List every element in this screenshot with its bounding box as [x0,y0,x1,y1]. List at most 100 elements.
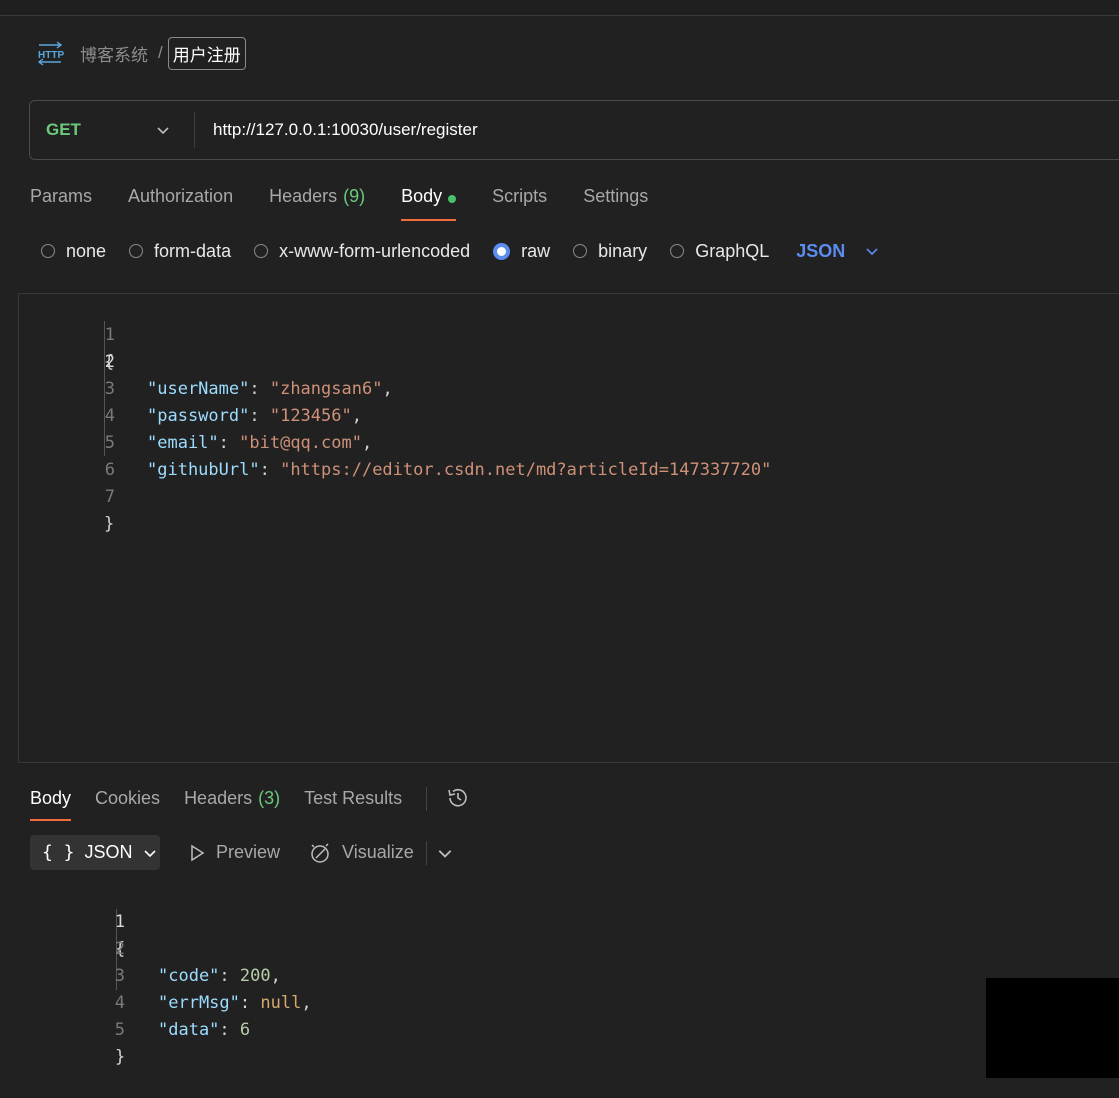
line-number: 3 [104,379,115,399]
tab-settings[interactable]: Settings [583,183,648,221]
url-divider [194,112,195,148]
language-label: JSON [796,240,846,261]
json-key: "githubUrl" [147,460,260,480]
response-tab-headers[interactable]: Headers (3) [184,785,280,821]
modified-dot-icon [448,195,457,203]
radio-urlencoded[interactable]: x-www-form-urlencoded [254,241,470,262]
breadcrumb-separator: / [158,43,163,62]
toolbar-divider [425,840,427,865]
line-number: 5 [114,1020,125,1040]
line-number: 6 [104,460,115,480]
code-line: 4 "email": "bit@qq.com", [19,376,373,453]
tab-label: Headers [269,186,338,206]
tab-label: Params [30,186,93,206]
code-line: 2 "code": 200, [30,909,281,986]
code-text: "errMsg": null, [158,993,312,1013]
line-number: 4 [104,406,115,426]
radio-binary[interactable]: binary [573,241,647,262]
url-input[interactable] [213,120,1013,140]
visualize-button[interactable]: Visualize [308,841,414,865]
play-icon [191,844,205,861]
radio-circle-icon [254,244,269,258]
json-string: "zhangsan6" [269,379,383,399]
json-string: "https://editor.csdn.net/md?articleId=14… [280,460,772,480]
radio-graphql[interactable]: GraphQL [670,241,769,262]
code-line: 5 } [30,990,126,1067]
line-number: 1 [104,325,115,345]
body-type-options: none form-data x-www-form-urlencoded raw… [41,237,879,265]
tab-params[interactable]: Params [30,183,92,221]
radio-label: GraphQL [695,240,770,261]
code-text: "code": 200, [158,966,281,986]
language-select[interactable]: JSON [796,241,879,262]
preview-button[interactable]: Preview [188,842,280,863]
code-line: 1 { [19,295,115,372]
braces-icon: { } [42,842,75,863]
response-format-select[interactable]: { } JSON [30,835,160,870]
json-key: "email" [147,433,219,453]
radio-selected-icon [493,242,511,260]
window-top-bar [0,0,1119,16]
radio-circle-icon [41,244,55,258]
url-bar: GET [29,100,1119,160]
visualize-label: Visualize [342,842,414,862]
radio-raw[interactable]: raw [493,241,550,262]
line-number: 2 [114,939,125,959]
code-line: 3 "errMsg": null, [30,936,312,1013]
response-tab-test-results[interactable]: Test Results [304,785,402,821]
tab-headers[interactable]: Headers (9) [269,183,365,221]
line-number: 3 [114,966,125,986]
request-name[interactable]: 用户注册 [167,36,246,70]
radio-label: form-data [154,240,232,261]
json-number: 6 [239,1020,251,1040]
radio-none[interactable]: none [41,241,106,262]
http-icon: HTTP [37,41,64,66]
response-tabs: Body Cookies Headers (3) Test Results [30,785,471,821]
line-number: 5 [104,433,115,453]
code-line: 4 "data": 6 [30,963,250,1040]
line-number: 7 [104,487,115,507]
tab-label: Cookies [95,788,161,808]
json-null: null [260,993,302,1013]
line-number: 4 [114,993,125,1013]
comma: , [270,966,281,986]
tab-body[interactable]: Body [401,183,457,221]
code-line: 1 { [30,882,126,959]
code-line: 3 "password": "123456", [19,349,362,426]
code-text: "data": 6 [158,1020,251,1040]
tab-divider [426,787,428,811]
brace: } [115,1047,126,1067]
tab-scripts[interactable]: Scripts [492,183,547,221]
tab-label: Body [30,788,72,808]
tab-label: Headers [184,788,253,808]
breadcrumb-collection[interactable]: 博客系统 [80,41,148,66]
comma: , [351,406,362,426]
chevron-down-icon[interactable] [437,845,453,861]
response-tab-body[interactable]: Body [30,785,72,821]
tab-label: Body [401,186,443,206]
headers-count: (3) [258,788,281,808]
radio-label: raw [521,240,551,261]
method-select[interactable]: GET [46,120,156,140]
json-string: "bit@qq.com" [239,433,362,453]
request-body-editor[interactable]: 1 { 2 "userName": "zhangsan6", 3 "passwo… [18,293,1119,763]
code-text: "userName": "zhangsan6", [147,379,393,399]
code-text: "githubUrl": "https://editor.csdn.net/md… [147,460,772,480]
response-tab-cookies[interactable]: Cookies [95,785,160,821]
tab-authorization[interactable]: Authorization [128,183,233,221]
radio-circle-icon [670,244,685,258]
history-icon[interactable] [445,785,471,811]
radio-circle-icon [573,244,588,258]
chevron-down-icon[interactable] [156,123,170,137]
json-key: "password" [147,406,250,426]
comma: , [382,379,393,399]
radio-form-data[interactable]: form-data [129,241,231,262]
json-number: 200 [239,966,271,986]
radio-label: binary [598,240,648,261]
tab-label: Scripts [492,186,548,206]
code-line: 7 } [19,457,115,534]
comma: , [361,433,373,453]
response-toolbar: { } JSON Preview Visualize [30,835,453,870]
brace: } [104,514,115,534]
response-body-viewer[interactable]: 1 { 2 "code": 200, 3 "errMsg": null, 4 "… [30,882,930,1067]
